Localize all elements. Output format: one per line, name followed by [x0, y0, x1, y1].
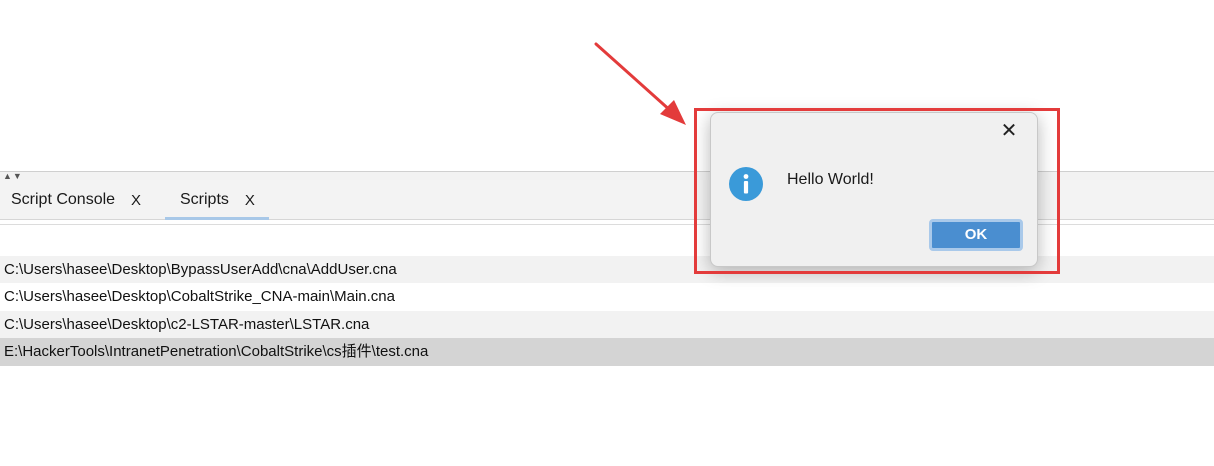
screenshot-stage: ▲▼ Script Console X Scripts X C:\Users\h… — [0, 0, 1214, 466]
tab-close-button[interactable]: X — [131, 192, 141, 209]
table-row[interactable]: C:\Users\hasee\Desktop\CobaltStrike_CNA-… — [0, 283, 1214, 311]
tab-script-console[interactable]: Script Console X — [11, 180, 141, 220]
table-row[interactable]: C:\Users\hasee\Desktop\c2-LSTAR-master\L… — [0, 310, 1214, 338]
tab-label[interactable]: Script Console — [11, 191, 115, 209]
table-row-selected[interactable]: E:\HackerTools\IntranetPenetration\Cobal… — [0, 338, 1214, 366]
tab-scripts[interactable]: Scripts X — [165, 180, 269, 220]
tab-label[interactable]: Scripts — [180, 191, 229, 209]
tab-close-button[interactable]: X — [245, 192, 255, 209]
annotation-highlight-box — [694, 108, 1060, 274]
